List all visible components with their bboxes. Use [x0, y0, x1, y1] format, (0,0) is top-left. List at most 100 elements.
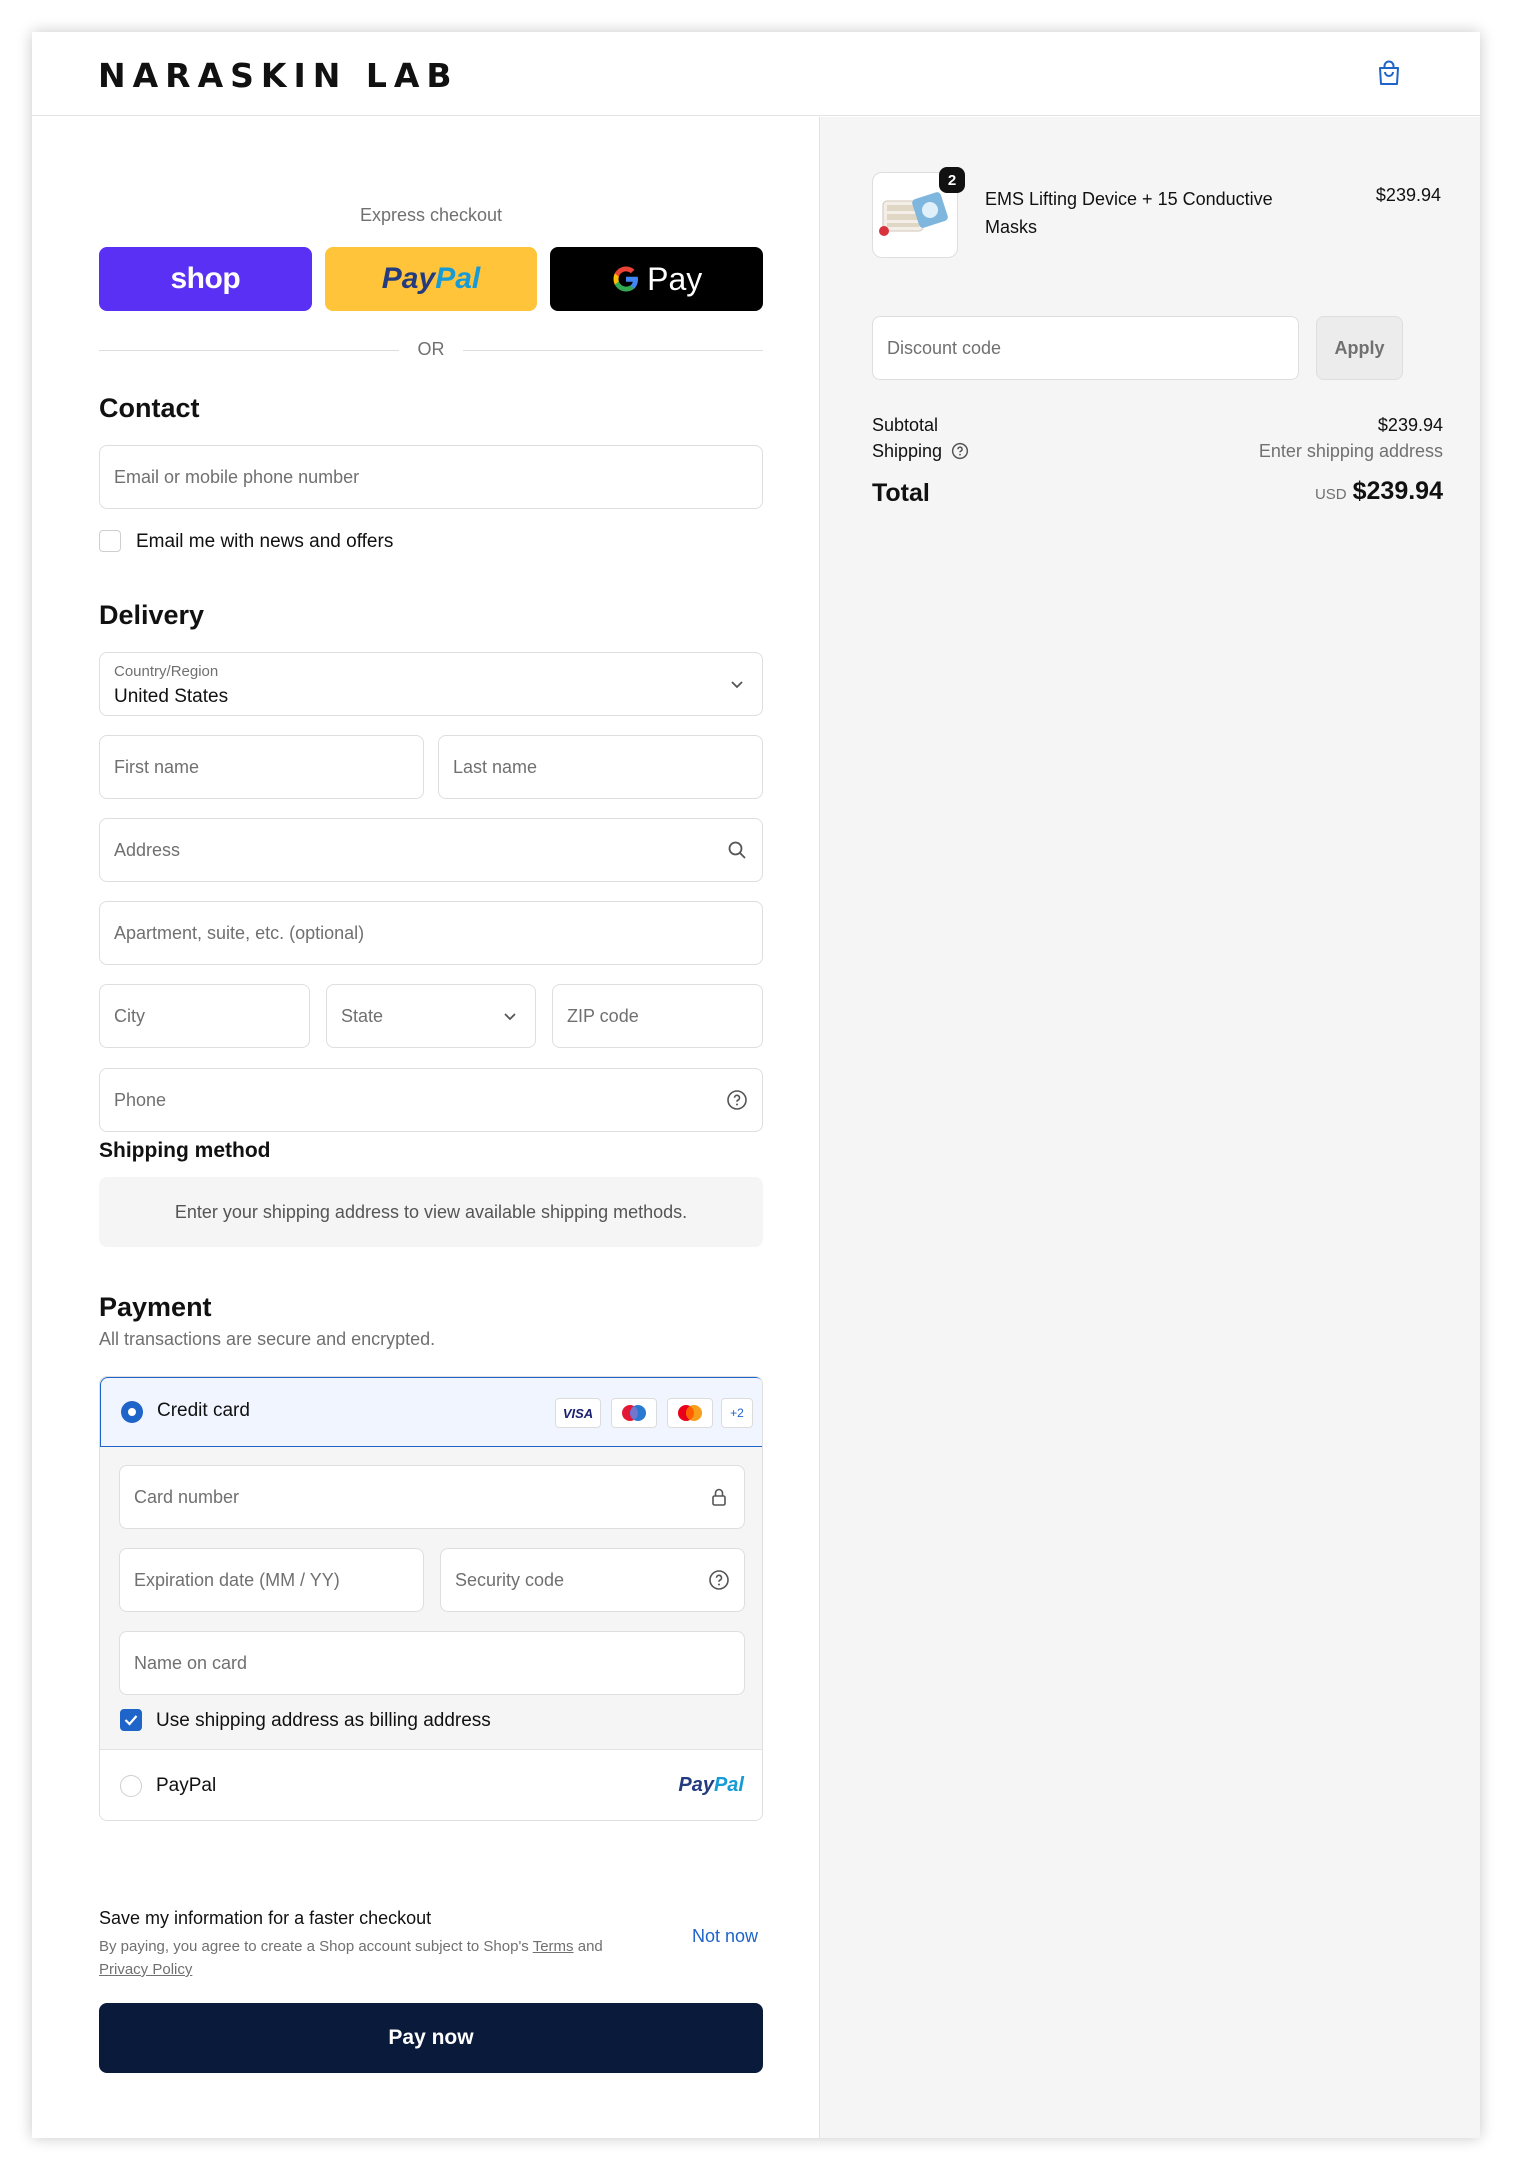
checkout-form: Express checkout shop Pay Pal Pay OR Con…	[32, 117, 819, 2138]
privacy-policy-link[interactable]: Privacy Policy	[99, 1961, 192, 1978]
shop-pay-logo: shop	[170, 262, 241, 295]
lock-icon	[712, 1488, 726, 1506]
paypal-option[interactable]: PayPal PayPal	[100, 1750, 762, 1820]
billing-same-checkbox[interactable]	[120, 1709, 142, 1731]
country-select[interactable]: Country/Region United States	[99, 652, 763, 716]
product-thumbnail: 2	[872, 167, 965, 258]
zip-field[interactable]: ZIP code	[552, 984, 763, 1048]
shipping-label: Shipping	[872, 441, 943, 461]
maestro-icon	[611, 1398, 657, 1428]
product-price: $239.94	[1375, 185, 1441, 205]
paypal-logo-pal-small: Pal	[713, 1774, 744, 1796]
credit-card-label: Credit card	[157, 1400, 250, 1421]
credit-card-option[interactable]: Credit card VISA +2	[100, 1377, 762, 1447]
discount-code-placeholder: Discount code	[887, 337, 1002, 358]
country-value: United States	[114, 686, 229, 707]
subtotal-label: Subtotal	[872, 415, 939, 435]
help-circle-icon[interactable]	[726, 1089, 748, 1111]
apply-button[interactable]: Apply	[1316, 316, 1403, 380]
search-icon	[728, 841, 746, 859]
product-name: EMS Lifting Device + 15 Conductive Masks	[985, 189, 1273, 237]
chevron-down-icon	[504, 1013, 516, 1021]
paypal-label: PayPal	[156, 1775, 217, 1796]
shop-pay-button[interactable]: shop	[99, 247, 312, 311]
total-currency: USD	[1314, 486, 1347, 503]
visa-icon: VISA	[555, 1398, 601, 1428]
quantity-badge: 2	[939, 167, 965, 193]
expiration-field[interactable]: Expiration date (MM / YY)	[119, 1548, 424, 1612]
security-code-field[interactable]: Security code	[440, 1548, 745, 1612]
phone-field[interactable]: Phone	[99, 1068, 763, 1132]
mastercard-icon	[667, 1398, 713, 1428]
paypal-logo-pal: Pal	[435, 262, 481, 295]
save-info-prefix: By paying, you agree to create a Shop ac…	[99, 1938, 533, 1955]
city-placeholder: City	[114, 1005, 145, 1026]
discount-code-field[interactable]: Discount code	[872, 316, 1299, 380]
shipping-method-notice: Enter your shipping address to view avai…	[99, 1177, 763, 1247]
newsletter-checkbox[interactable]	[99, 530, 121, 552]
or-divider: OR	[99, 339, 763, 363]
last-name-field[interactable]: Last name	[438, 735, 763, 799]
shipping-label-row: Shipping	[872, 441, 969, 462]
name-on-card-field[interactable]: Name on card	[119, 1631, 745, 1695]
google-pay-label: Pay	[647, 260, 703, 297]
apartment-field[interactable]: Apartment, suite, etc. (optional)	[99, 901, 763, 965]
paypal-button[interactable]: Pay Pal	[324, 247, 538, 311]
security-code-placeholder: Security code	[455, 1569, 565, 1590]
total-amount: $239.94	[1352, 477, 1443, 505]
not-now-link[interactable]: Not now	[692, 1926, 758, 1947]
order-summary: 2 EMS Lifting Device + 15 Conductive Mas…	[819, 117, 1480, 2138]
payment-title: Payment	[99, 1292, 212, 1322]
google-pay-button[interactable]: Pay	[550, 247, 764, 311]
payment-description: All transactions are secure and encrypte…	[99, 1329, 436, 1349]
first-name-field[interactable]: First name	[99, 735, 424, 799]
chevron-down-icon	[731, 681, 743, 689]
card-number-field[interactable]: Card number	[119, 1465, 745, 1529]
address-field[interactable]: Address	[99, 818, 763, 882]
save-info-and: and	[573, 1938, 603, 1955]
paypal-radio[interactable]	[120, 1775, 142, 1797]
pay-now-button[interactable]: Pay now	[99, 2003, 763, 2073]
apartment-placeholder: Apartment, suite, etc. (optional)	[114, 922, 365, 943]
last-name-placeholder: Last name	[453, 756, 538, 777]
help-circle-icon[interactable]	[951, 442, 969, 460]
google-g-icon	[613, 266, 639, 292]
bag-icon[interactable]	[1374, 58, 1404, 88]
header: NARASKIN LAB	[32, 32, 1480, 116]
phone-placeholder: Phone	[114, 1089, 167, 1110]
total-label: Total	[872, 479, 930, 507]
more-cards-text: +2	[730, 1406, 744, 1420]
state-select[interactable]: State	[326, 984, 536, 1048]
total-value: USD $239.94	[1315, 477, 1443, 506]
or-text: OR	[417, 339, 445, 359]
country-label: Country/Region	[114, 663, 219, 680]
express-checkout-label: Express checkout	[359, 205, 503, 225]
paypal-logo-pay-small: Pay	[678, 1774, 714, 1796]
first-name-placeholder: First name	[114, 756, 200, 777]
credit-card-form: Card number Expiration date (MM / YY) Se…	[100, 1447, 762, 1750]
save-info-title: Save my information for a faster checkou…	[99, 1908, 432, 1928]
help-circle-icon[interactable]	[708, 1569, 730, 1591]
check-icon	[124, 1715, 138, 1726]
express-checkout-buttons: shop Pay Pal Pay	[99, 247, 764, 311]
state-placeholder: State	[341, 1005, 384, 1026]
visa-text: VISA	[562, 1405, 594, 1421]
city-field[interactable]: City	[99, 984, 310, 1048]
payment-methods: Credit card VISA +2 Card number Expirati…	[99, 1376, 763, 1821]
shipping-value: Enter shipping address	[1258, 441, 1443, 461]
shipping-method-title: Shipping method	[99, 1139, 271, 1162]
save-info-terms: By paying, you agree to create a Shop ac…	[99, 1935, 659, 1981]
newsletter-label: Email me with news and offers	[136, 531, 394, 552]
more-cards-badge: +2	[721, 1398, 753, 1428]
terms-link[interactable]: Terms	[533, 1938, 574, 1955]
credit-card-radio[interactable]	[121, 1401, 143, 1423]
zip-placeholder: ZIP code	[567, 1005, 639, 1026]
paypal-logo: PayPal	[678, 1774, 744, 1797]
brand-logo[interactable]: NARASKIN LAB	[98, 56, 459, 95]
email-placeholder: Email or mobile phone number	[114, 466, 360, 487]
shipping-notice-text: Enter your shipping address to view avai…	[174, 1201, 688, 1222]
subtotal-value: $239.94	[1377, 415, 1443, 435]
expiration-placeholder: Expiration date (MM / YY)	[134, 1569, 340, 1590]
email-field[interactable]: Email or mobile phone number	[99, 445, 763, 509]
address-placeholder: Address	[114, 839, 181, 860]
